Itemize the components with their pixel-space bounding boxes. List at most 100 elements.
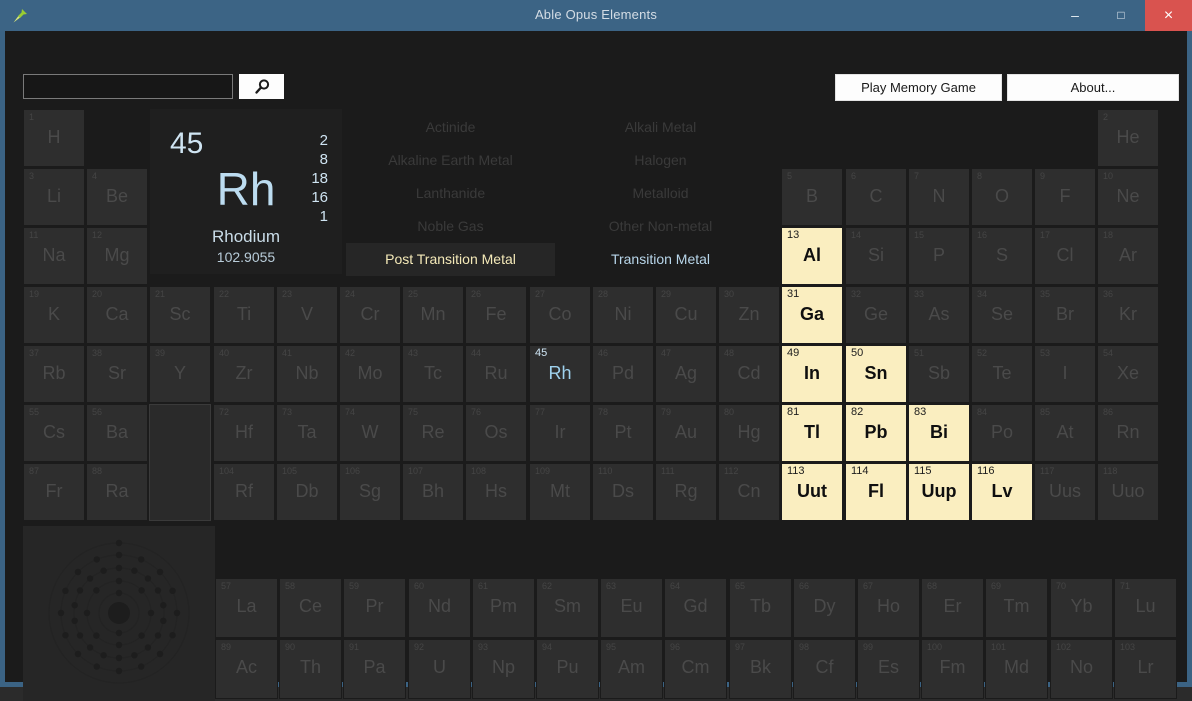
element-cell-la[interactable]: 57 La bbox=[215, 578, 278, 638]
element-cell-ne[interactable]: 10 Ne bbox=[1097, 168, 1159, 226]
element-cell-pm[interactable]: 61 Pm bbox=[472, 578, 535, 638]
element-cell-po[interactable]: 84 Po bbox=[971, 404, 1033, 462]
element-cell-pd[interactable]: 46 Pd bbox=[592, 345, 654, 403]
element-cell-rn[interactable]: 86 Rn bbox=[1097, 404, 1159, 462]
element-cell-w[interactable]: 74 W bbox=[339, 404, 401, 462]
element-cell-at[interactable]: 85 At bbox=[1034, 404, 1096, 462]
element-cell-si[interactable]: 14 Si bbox=[845, 227, 907, 285]
element-cell-eu[interactable]: 63 Eu bbox=[600, 578, 663, 638]
element-cell-cn[interactable]: 112 Cn bbox=[718, 463, 780, 521]
element-cell-uuo[interactable]: 118 Uuo bbox=[1097, 463, 1159, 521]
legend-item-alkali-metal[interactable]: Alkali Metal bbox=[556, 111, 765, 144]
element-cell-i[interactable]: 53 I bbox=[1034, 345, 1096, 403]
element-cell-tc[interactable]: 43 Tc bbox=[402, 345, 464, 403]
element-cell-dy[interactable]: 66 Dy bbox=[793, 578, 856, 638]
about-button[interactable]: About... bbox=[1007, 74, 1179, 101]
element-cell-tm[interactable]: 69 Tm bbox=[985, 578, 1048, 638]
element-cell-k[interactable]: 19 K bbox=[23, 286, 85, 344]
element-cell-o[interactable]: 8O bbox=[971, 168, 1033, 226]
element-cell-er[interactable]: 68 Er bbox=[921, 578, 984, 638]
element-cell-u[interactable]: 92 U bbox=[408, 639, 471, 699]
element-cell-bk[interactable]: 97 Bk bbox=[729, 639, 792, 699]
legend-item-lanthanide[interactable]: Lanthanide bbox=[346, 177, 555, 210]
element-cell-mt[interactable]: 109 Mt bbox=[529, 463, 591, 521]
element-cell-in[interactable]: 49 In bbox=[781, 345, 843, 403]
element-cell-mo[interactable]: 42 Mo bbox=[339, 345, 401, 403]
element-cell-pa[interactable]: 91 Pa bbox=[343, 639, 406, 699]
element-cell-no[interactable]: 102 No bbox=[1050, 639, 1113, 699]
element-cell-re[interactable]: 75 Re bbox=[402, 404, 464, 462]
element-cell-fm[interactable]: 100 Fm bbox=[921, 639, 984, 699]
element-cell-lv[interactable]: 116 Lv bbox=[971, 463, 1033, 521]
element-cell-ba[interactable]: 56 Ba bbox=[86, 404, 148, 462]
element-cell-ru[interactable]: 44 Ru bbox=[465, 345, 527, 403]
element-cell-na[interactable]: 11 Na bbox=[23, 227, 85, 285]
element-cell-cr[interactable]: 24 Cr bbox=[339, 286, 401, 344]
element-cell-sb[interactable]: 51 Sb bbox=[908, 345, 970, 403]
element-cell-bh[interactable]: 107 Bh bbox=[402, 463, 464, 521]
element-cell-y[interactable]: 39 Y bbox=[149, 345, 211, 403]
element-cell-am[interactable]: 95 Am bbox=[600, 639, 663, 699]
element-cell-uup[interactable]: 115 Uup bbox=[908, 463, 970, 521]
element-cell-lu[interactable]: 71 Lu bbox=[1114, 578, 1177, 638]
element-cell-gd[interactable]: 64 Gd bbox=[664, 578, 727, 638]
element-cell-cl[interactable]: 17 Cl bbox=[1034, 227, 1096, 285]
legend-item-transition-metal[interactable]: Transition Metal bbox=[556, 243, 765, 276]
element-cell-yb[interactable]: 70 Yb bbox=[1050, 578, 1113, 638]
element-cell-kr[interactable]: 36 Kr bbox=[1097, 286, 1159, 344]
maximize-button[interactable]: □ bbox=[1098, 0, 1144, 31]
element-cell-ti[interactable]: 22 Ti bbox=[213, 286, 275, 344]
element-cell-ce[interactable]: 58 Ce bbox=[279, 578, 342, 638]
element-cell-ta[interactable]: 73 Ta bbox=[276, 404, 338, 462]
element-cell-es[interactable]: 99 Es bbox=[857, 639, 920, 699]
element-cell-pt[interactable]: 78 Pt bbox=[592, 404, 654, 462]
element-cell-np[interactable]: 93 Np bbox=[472, 639, 535, 699]
element-cell-ca[interactable]: 20 Ca bbox=[86, 286, 148, 344]
element-cell-ra[interactable]: 88 Ra bbox=[86, 463, 148, 521]
element-cell-db[interactable]: 105 Db bbox=[276, 463, 338, 521]
element-cell-c[interactable]: 6C bbox=[845, 168, 907, 226]
element-cell-lr[interactable]: 103 Lr bbox=[1114, 639, 1177, 699]
element-cell-fl[interactable]: 114 Fl bbox=[845, 463, 907, 521]
element-cell-ac[interactable]: 89 Ac bbox=[215, 639, 278, 699]
element-cell-rh[interactable]: 45 Rh bbox=[529, 345, 591, 403]
element-cell-li[interactable]: 3 Li bbox=[23, 168, 85, 226]
element-cell-md[interactable]: 101 Md bbox=[985, 639, 1048, 699]
legend-item-noble-gas[interactable]: Noble Gas bbox=[346, 210, 555, 243]
element-cell-al[interactable]: 13 Al bbox=[781, 227, 843, 285]
element-cell-pr[interactable]: 59 Pr bbox=[343, 578, 406, 638]
element-cell-ag[interactable]: 47 Ag bbox=[655, 345, 717, 403]
element-cell-ds[interactable]: 110 Ds bbox=[592, 463, 654, 521]
element-cell-pu[interactable]: 94 Pu bbox=[536, 639, 599, 699]
element-cell-b[interactable]: 5B bbox=[781, 168, 843, 226]
search-button[interactable] bbox=[239, 74, 284, 99]
element-cell-f[interactable]: 9F bbox=[1034, 168, 1096, 226]
search-input[interactable] bbox=[23, 74, 233, 99]
element-cell-hs[interactable]: 108 Hs bbox=[465, 463, 527, 521]
legend-item-other-non-metal[interactable]: Other Non-metal bbox=[556, 210, 765, 243]
element-cell-be[interactable]: 4 Be bbox=[86, 168, 148, 226]
element-cell-cf[interactable]: 98 Cf bbox=[793, 639, 856, 699]
element-cell-sm[interactable]: 62 Sm bbox=[536, 578, 599, 638]
element-cell-uut[interactable]: 113 Uut bbox=[781, 463, 843, 521]
element-cell-rb[interactable]: 37 Rb bbox=[23, 345, 85, 403]
element-cell-bi[interactable]: 83 Bi bbox=[908, 404, 970, 462]
element-cell-as[interactable]: 33 As bbox=[908, 286, 970, 344]
element-cell-rf[interactable]: 104 Rf bbox=[213, 463, 275, 521]
element-cell-fe[interactable]: 26 Fe bbox=[465, 286, 527, 344]
element-cell-sn[interactable]: 50 Sn bbox=[845, 345, 907, 403]
element-cell-cm[interactable]: 96 Cm bbox=[664, 639, 727, 699]
element-cell-mn[interactable]: 25 Mn bbox=[402, 286, 464, 344]
element-cell-s[interactable]: 16 S bbox=[971, 227, 1033, 285]
element-cell-se[interactable]: 34 Se bbox=[971, 286, 1033, 344]
minimize-button[interactable]: – bbox=[1052, 0, 1098, 31]
legend-item-metalloid[interactable]: Metalloid bbox=[556, 177, 765, 210]
lanthanide-actinide-placeholder[interactable] bbox=[149, 404, 211, 521]
legend-item-post-transition-metal[interactable]: Post Transition Metal bbox=[346, 243, 555, 276]
element-cell-os[interactable]: 76 Os bbox=[465, 404, 527, 462]
element-cell-au[interactable]: 79 Au bbox=[655, 404, 717, 462]
element-cell-te[interactable]: 52 Te bbox=[971, 345, 1033, 403]
element-cell-xe[interactable]: 54 Xe bbox=[1097, 345, 1159, 403]
legend-item-halogen[interactable]: Halogen bbox=[556, 144, 765, 177]
legend-item-actinide[interactable]: Actinide bbox=[346, 111, 555, 144]
